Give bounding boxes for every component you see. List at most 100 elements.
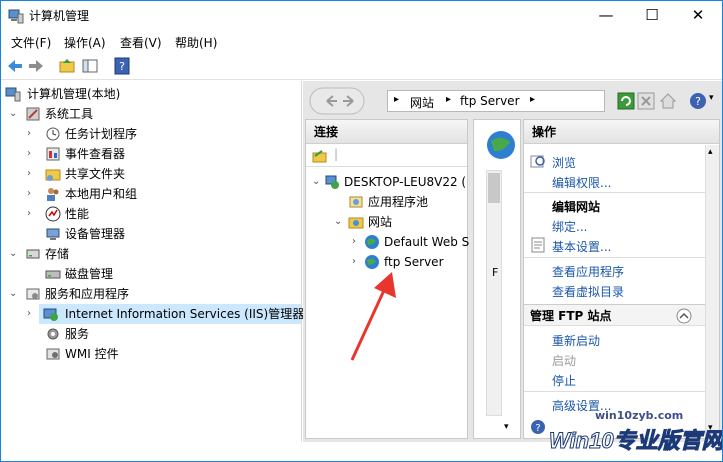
disk-icon bbox=[45, 270, 61, 279]
tree-label: 本地用户和组 bbox=[65, 187, 138, 201]
chevron-right-icon: ▸ bbox=[530, 94, 536, 105]
watermark-url: win10zyb.com bbox=[595, 409, 684, 422]
settings-document-icon bbox=[531, 237, 545, 253]
computer-management-icon bbox=[5, 87, 21, 102]
chevron-right-icon[interactable]: › bbox=[27, 304, 37, 324]
actions-scrollbar[interactable]: ▴ ▾ bbox=[705, 145, 719, 438]
help-icon[interactable]: ? bbox=[113, 57, 131, 75]
users-icon bbox=[47, 188, 59, 201]
menu-view[interactable]: 查看(V) bbox=[120, 34, 162, 51]
tree-label: Internet Information Services (IIS)管理器 bbox=[65, 307, 305, 321]
app-pool-icon bbox=[349, 196, 363, 208]
computer-management-icon bbox=[8, 9, 24, 24]
breadcrumb-ftp-server[interactable]: ftp Server bbox=[460, 94, 520, 108]
tree-label: 存储 bbox=[45, 247, 70, 261]
chevron-down-icon[interactable]: ⌄ bbox=[312, 172, 322, 192]
refresh-icon[interactable] bbox=[617, 92, 635, 110]
back-forward-buttons[interactable] bbox=[309, 87, 365, 115]
tree-label: WMI 控件 bbox=[65, 347, 119, 361]
action-view-virtual-directories[interactable]: 查看虚拟目录 bbox=[552, 283, 624, 300]
action-browse[interactable]: 浏览 bbox=[552, 154, 576, 171]
tree-label: 服务 bbox=[65, 327, 90, 341]
menu-action[interactable]: 操作(A) bbox=[64, 34, 106, 51]
vertical-scrollbar[interactable] bbox=[486, 170, 502, 416]
tree-label: 共享文件夹 bbox=[65, 167, 126, 181]
forward-arrow-icon[interactable] bbox=[27, 57, 45, 75]
gear-icon bbox=[47, 328, 59, 340]
svg-text:?: ? bbox=[695, 95, 701, 108]
tree-label: 任务计划程序 bbox=[65, 127, 138, 141]
connections-toolbar: | bbox=[306, 145, 467, 167]
chevron-right-icon[interactable]: › bbox=[352, 232, 362, 252]
scroll-down-icon[interactable]: ▾ bbox=[504, 422, 509, 432]
connect-icon[interactable] bbox=[312, 148, 328, 164]
console-tree: 计算机管理(本地) ⌄ 系统工具 › 任务计划程序 › 事件查看器 › 共享文件… bbox=[1, 81, 305, 442]
toolbar: ? bbox=[1, 53, 722, 80]
action-start: 启动 bbox=[552, 354, 577, 368]
features-view: F ▾ bbox=[473, 119, 521, 439]
chevron-right-icon[interactable]: › bbox=[27, 164, 37, 184]
iis-icon bbox=[43, 308, 58, 321]
chevron-right-icon[interactable]: › bbox=[352, 252, 362, 272]
collapse-icon[interactable] bbox=[676, 308, 692, 324]
chevron-right-icon[interactable]: › bbox=[27, 204, 37, 224]
chevron-right-icon[interactable]: › bbox=[27, 144, 37, 164]
help-dropdown-icon[interactable]: ▾ bbox=[709, 93, 714, 103]
section-title: 管理 FTP 站点 bbox=[530, 309, 612, 323]
back-arrow-icon[interactable] bbox=[6, 57, 24, 75]
connections-panel: 连接 | ⌄ DESKTOP-LEU8V22 ( 应用程序池 ⌄ 网站 › De… bbox=[305, 119, 469, 439]
chevron-down-icon[interactable]: ⌄ bbox=[9, 104, 19, 124]
watermark: win10zyb.com Win10专业版官网 bbox=[541, 407, 723, 461]
action-view-applications[interactable]: 查看应用程序 bbox=[552, 263, 624, 280]
chevron-right-icon[interactable]: › bbox=[27, 124, 37, 144]
storage-icon bbox=[26, 249, 40, 259]
chevron-right-icon: ▸ bbox=[394, 94, 400, 105]
stop-icon[interactable] bbox=[637, 92, 655, 110]
performance-icon bbox=[45, 206, 61, 222]
help-icon[interactable]: ? bbox=[689, 92, 707, 110]
device-manager-icon bbox=[46, 228, 60, 240]
minimize-button[interactable]: — bbox=[583, 1, 629, 31]
action-restart[interactable]: 重新启动 bbox=[552, 332, 600, 349]
tree-label: 性能 bbox=[65, 207, 90, 221]
title-bar: 计算机管理 — ☐ ✕ bbox=[1, 1, 722, 31]
server-icon bbox=[325, 175, 339, 189]
menu-help[interactable]: 帮助(H) bbox=[175, 34, 217, 51]
action-basic-settings[interactable]: 基本设置... bbox=[552, 238, 611, 255]
services-apps-icon bbox=[26, 288, 40, 300]
tools-icon bbox=[26, 107, 40, 121]
scroll-up-icon[interactable]: ▴ bbox=[708, 147, 713, 157]
shared-folder-icon bbox=[45, 169, 61, 181]
svg-text:?: ? bbox=[535, 423, 540, 434]
show-hide-tree-icon[interactable] bbox=[81, 57, 99, 75]
section-edit-site: 编辑网站 bbox=[552, 200, 601, 214]
chevron-right-icon[interactable]: › bbox=[27, 184, 37, 204]
action-bindings[interactable]: 绑定... bbox=[552, 218, 587, 235]
divider bbox=[524, 192, 705, 193]
close-button[interactable]: ✕ bbox=[675, 1, 721, 31]
menu-file[interactable]: 文件(F) bbox=[11, 34, 51, 51]
maximize-button[interactable]: ☐ bbox=[629, 1, 675, 31]
watermark-text: Win10专业版官网 bbox=[549, 428, 723, 454]
breadcrumb[interactable]: ▸ 网站 ▸ ftp Server ▸ bbox=[387, 90, 605, 112]
red-pointer-arrow bbox=[350, 272, 396, 361]
tree-label: 系统工具 bbox=[45, 107, 94, 121]
action-edit-permissions[interactable]: 编辑权限... bbox=[552, 174, 611, 191]
home-icon[interactable] bbox=[659, 92, 677, 110]
actions-panel: 操作 ▴ ▾ 浏览 编辑权限... 编辑网站 绑定... 基本设置... 查看应… bbox=[523, 119, 720, 439]
tree-label: ftp Server bbox=[384, 255, 444, 269]
tree-item-iis[interactable]: › Internet Information Services (IIS)管理器 bbox=[27, 304, 305, 324]
tree-label: 计算机管理(本地) bbox=[27, 87, 121, 101]
chevron-down-icon[interactable]: ⌄ bbox=[9, 284, 19, 304]
up-folder-icon[interactable] bbox=[58, 57, 76, 75]
section-manage-ftp[interactable]: 管理 FTP 站点 bbox=[524, 304, 705, 326]
iis-manager-pane: ▸ 网站 ▸ ftp Server ▸ ? ▾ 连接 | ⌄ DESKTOP-L… bbox=[303, 81, 722, 442]
breadcrumb-sites[interactable]: 网站 bbox=[410, 94, 434, 111]
action-stop[interactable]: 停止 bbox=[552, 372, 576, 389]
scrollbar-thumb[interactable] bbox=[488, 173, 500, 203]
divider bbox=[524, 257, 705, 258]
globe-icon bbox=[365, 255, 379, 269]
chevron-down-icon[interactable]: ⌄ bbox=[334, 212, 344, 232]
window-title: 计算机管理 bbox=[29, 9, 90, 23]
chevron-down-icon[interactable]: ⌄ bbox=[9, 244, 19, 264]
